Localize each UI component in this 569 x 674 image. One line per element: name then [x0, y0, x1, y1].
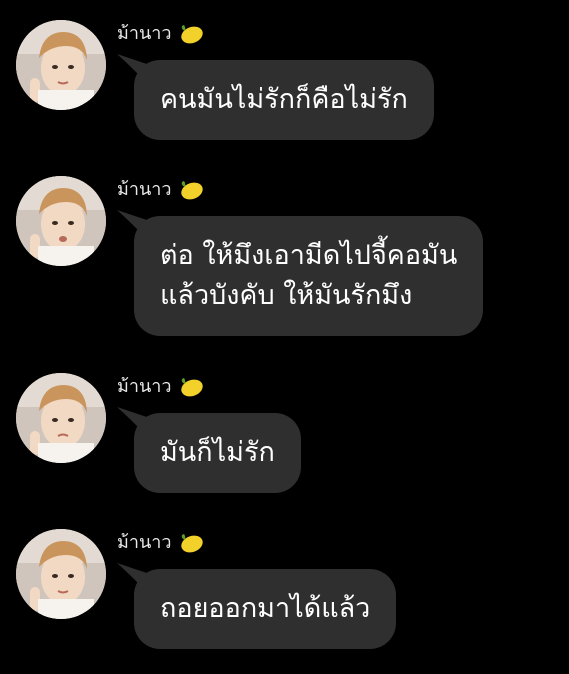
avatar-photo [16, 20, 106, 110]
avatar[interactable] [16, 20, 106, 110]
message-text: มันก็ไม่รัก [160, 437, 275, 468]
sender-name: ม้านาว [117, 531, 204, 555]
sender-label: ม้านาว [117, 23, 172, 44]
avatar-photo [16, 373, 106, 463]
avatar[interactable] [16, 176, 106, 266]
message-text: แล้วบังคับ ให้มันรักมึง [160, 280, 413, 311]
sender-name: ม้านาว [117, 375, 204, 399]
message: ม้านาว คนมันไม่รักก็คือไม่รัก [0, 0, 569, 160]
lemon-icon [178, 179, 204, 201]
avatar-photo [16, 529, 106, 619]
lemon-icon [178, 376, 204, 398]
sender-name: ม้านาว [117, 22, 204, 46]
sender-label: ม้านาว [117, 179, 172, 200]
sender-label: ม้านาว [117, 532, 172, 553]
message-bubble[interactable]: ถอยออกมาได้แล้ว [134, 569, 397, 649]
avatar[interactable] [16, 529, 106, 619]
message-bubble[interactable]: มันก็ไม่รัก [134, 413, 301, 493]
lemon-icon [178, 532, 204, 554]
avatar-photo [16, 176, 106, 266]
message-text: คนมันไม่รักก็คือไม่รัก [160, 84, 408, 115]
message-text: ต่อ ให้มึงเอามีดไปจี้คอมัน [160, 240, 458, 271]
sender-label: ม้านาว [117, 376, 172, 397]
message-text: ถอยออกมาได้แล้ว [160, 593, 371, 624]
message-bubble[interactable]: ต่อ ให้มึงเอามีดไปจี้คอมัน แล้วบังคับ ให… [134, 216, 484, 336]
avatar[interactable] [16, 373, 106, 463]
chat-window: ม้านาว คนมันไม่รักก็คือไม่รัก ม้านาว ต่อ… [0, 0, 569, 674]
message-bubble[interactable]: คนมันไม่รักก็คือไม่รัก [134, 60, 434, 140]
lemon-icon [178, 23, 204, 45]
sender-name: ม้านาว [117, 178, 204, 202]
